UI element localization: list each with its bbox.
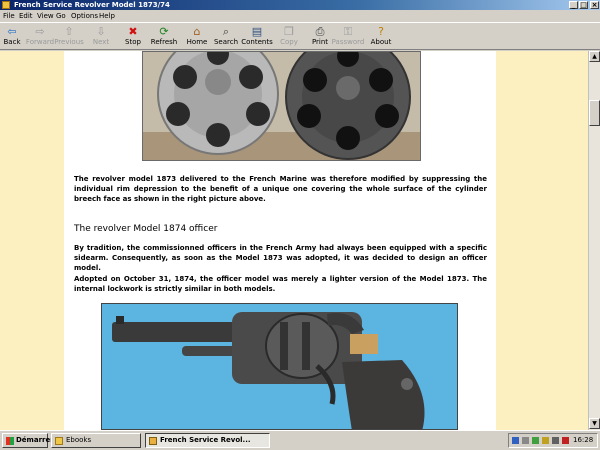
app-icon (2, 1, 10, 9)
contents-icon: ▤ (251, 25, 263, 38)
toolbar-label: Password (331, 38, 365, 46)
copy-icon: ❐ (284, 25, 294, 38)
toolbar-label: Refresh (150, 38, 178, 46)
task-button-ebooks[interactable]: Ebooks (51, 433, 141, 448)
about-icon: ? (378, 25, 384, 38)
settings-icon[interactable] (552, 437, 559, 444)
toolbar-label: About (370, 38, 392, 46)
back-arrow-icon: ⇦ (7, 25, 17, 38)
menu-help[interactable]: Help (99, 10, 115, 22)
down-arrow-icon: ⇩ (96, 25, 106, 38)
close-button[interactable]: × (590, 1, 599, 9)
toolbar-label: Previous (54, 38, 84, 46)
scroll-down-button[interactable]: ▼ (589, 418, 600, 429)
language-icon[interactable] (512, 437, 519, 444)
print-icon: ⎙ (315, 25, 325, 38)
revolver-image (102, 304, 457, 429)
paragraph-marine-modification: The revolver model 1873 delivered to the… (74, 175, 487, 203)
menu-view[interactable]: View (37, 10, 54, 22)
toolbar-label: Search (213, 38, 239, 46)
search-button[interactable]: ⌕ Search (209, 24, 243, 50)
search-icon: ⌕ (222, 25, 230, 38)
clock: 16:28 (573, 436, 594, 444)
menu-options[interactable]: Options (71, 10, 98, 22)
scroll-up-button[interactable]: ▲ (589, 51, 600, 62)
cylinder-photo (142, 51, 421, 161)
menu-go[interactable]: Go (56, 10, 66, 22)
folder-icon (55, 437, 63, 445)
about-button[interactable]: ? About (364, 24, 398, 50)
copy-button[interactable]: ❐ Copy (272, 24, 306, 50)
window-title: French Service Revolver Model 1873/74 (14, 1, 170, 9)
cylinder-image (143, 52, 420, 160)
task-button-french-service-revolver[interactable]: French Service Revol... (145, 433, 270, 448)
security-icon[interactable] (562, 437, 569, 444)
volume-icon[interactable] (542, 437, 549, 444)
scroll-thumb[interactable] (589, 100, 600, 126)
monitor-icon[interactable] (532, 437, 539, 444)
start-button[interactable]: Démarrer (2, 433, 54, 448)
maximize-button[interactable]: □ (579, 1, 588, 9)
vertical-scrollbar[interactable]: ▲ ▼ (588, 51, 600, 430)
refresh-button[interactable]: ⟳ Refresh (147, 24, 181, 50)
windows-logo-icon (6, 437, 14, 445)
paragraph-officer-tradition: By tradition, the commissionned officers… (74, 244, 487, 272)
taskbar: Démarrer Ebooks French Service Revol... … (0, 430, 600, 450)
forward-arrow-icon: ⇨ (35, 25, 45, 38)
menu-bar: File Edit View Go Options Help (0, 10, 600, 22)
previous-button[interactable]: ⇧ Previous (52, 24, 86, 50)
next-button[interactable]: ⇩ Next (84, 24, 118, 50)
contents-button[interactable]: ▤ Contents (240, 24, 274, 50)
menu-edit[interactable]: Edit (19, 10, 33, 22)
paragraph-officer-adoption: Adopted on October 31, 1874, the officer… (74, 275, 487, 293)
title-bar: French Service Revolver Model 1873/74 _ … (0, 0, 600, 10)
password-icon: ⚿ (343, 25, 353, 38)
password-button[interactable]: ⚿ Password (331, 24, 365, 50)
minimize-button[interactable]: _ (569, 1, 578, 9)
section-heading: The revolver Model 1874 officer (74, 224, 218, 234)
stop-icon: ✖ (128, 25, 138, 38)
up-arrow-icon: ⇧ (64, 25, 74, 38)
menu-file[interactable]: File (3, 10, 15, 22)
stop-button[interactable]: ✖ Stop (116, 24, 150, 50)
revolver-photo (101, 303, 458, 430)
toolbar: ⇦ Back ⇨ Forward ⇧ Previous ⇩ Next ✖ Stop ⟳ Refresh… (0, 22, 600, 50)
toolbar-label: Stop (125, 38, 141, 46)
content-area: The revolver model 1873 delivered to the… (0, 51, 588, 430)
refresh-icon: ⟳ (159, 25, 169, 38)
system-tray: 16:28 (508, 433, 598, 448)
home-icon: ⌂ (193, 25, 201, 38)
book-icon (149, 437, 157, 445)
page: The revolver model 1873 delivered to the… (64, 51, 496, 430)
toolbar-label: Next (92, 38, 110, 46)
network-icon[interactable] (522, 437, 529, 444)
toolbar-label: Contents (241, 38, 273, 46)
toolbar-label: Copy (280, 38, 298, 46)
